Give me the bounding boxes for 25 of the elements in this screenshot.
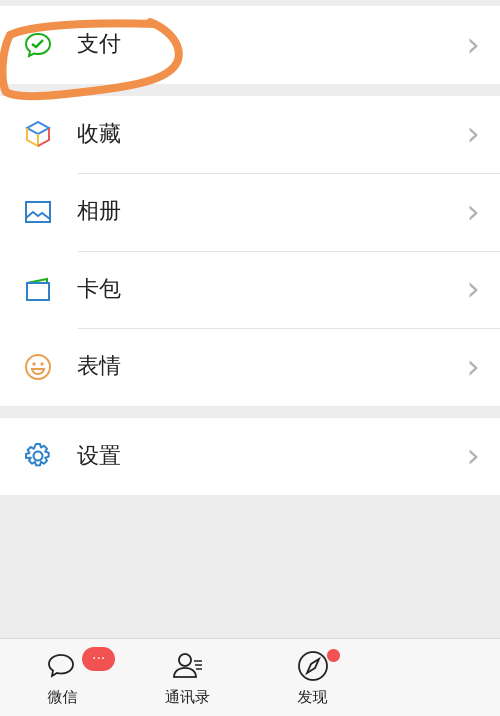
menu-label: 收藏 xyxy=(77,120,121,149)
tab-label[interactable]: 微信 xyxy=(48,686,78,708)
menu-label: 支付 xyxy=(77,31,121,60)
tab-label[interactable]: 通讯录 xyxy=(165,686,210,708)
menu-item[interactable]: 设置 › xyxy=(0,418,500,495)
menu-item[interactable]: 表情 › xyxy=(0,328,500,406)
chevron-icon: › xyxy=(466,117,480,152)
tab-label[interactable]: 发现 xyxy=(298,686,328,708)
menu-label: 相册 xyxy=(77,198,121,226)
smiley-icon xyxy=(23,352,53,382)
menu-item[interactable]: 卡包 › xyxy=(0,250,500,328)
cube-icon xyxy=(23,119,53,150)
chevron-icon: › xyxy=(466,272,480,306)
menu-item[interactable]: 支付 › xyxy=(0,6,500,84)
menu-label: 卡包 xyxy=(77,276,121,304)
chevron-icon: › xyxy=(466,350,480,384)
unread-badge: ··· xyxy=(82,647,116,671)
compass-icon[interactable] xyxy=(296,649,330,683)
chevron-icon: › xyxy=(466,194,480,229)
chevron-icon: › xyxy=(466,439,480,474)
chevron-icon: › xyxy=(466,28,480,62)
menu-label: 设置 xyxy=(77,442,121,471)
menu-item[interactable]: 收藏 › xyxy=(0,96,500,173)
menu-label: 表情 xyxy=(77,353,121,382)
menu-item[interactable]: 相册 › xyxy=(0,173,500,250)
